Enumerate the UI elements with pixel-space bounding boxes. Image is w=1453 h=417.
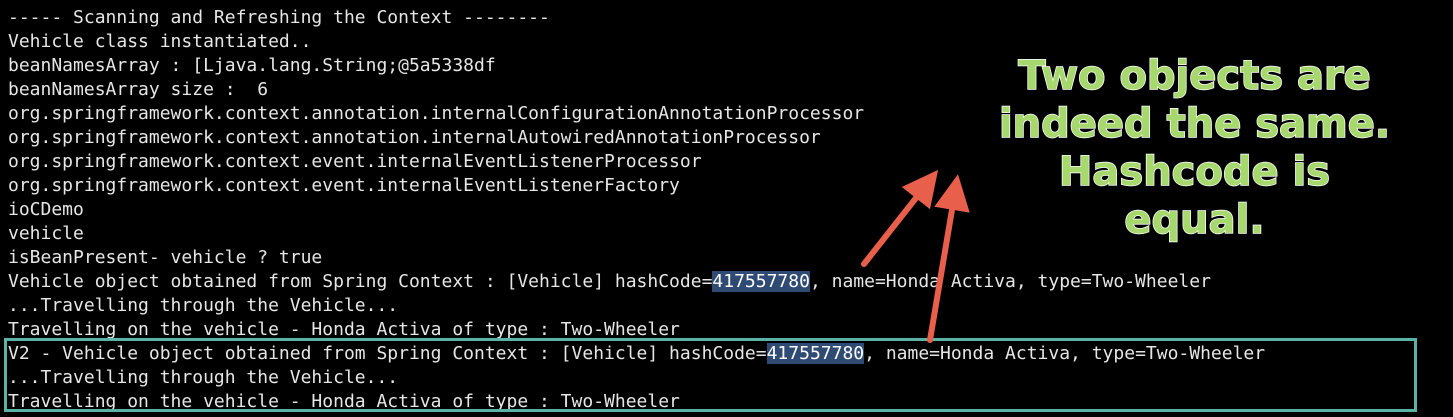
console-line-v1-object: Vehicle object obtained from Spring Cont… — [8, 270, 1265, 294]
callout-line-1: Two objects are — [1017, 52, 1371, 100]
annotation-callout: Two objects are indeed the same. Hashcod… — [992, 52, 1397, 244]
v1-object-prefix: Vehicle object obtained from Spring Cont… — [8, 271, 713, 292]
console-line-vehicle-instantiated: Vehicle class instantiated.. — [8, 31, 312, 52]
callout-line-2: indeed the same. — [998, 100, 1391, 148]
console-line-is-bean-present: isBeanPresent- vehicle ? true — [8, 247, 323, 268]
callout-line-3: Hashcode is equal. — [1058, 148, 1331, 244]
v1-hashcode-highlight: 417557780 — [712, 271, 810, 292]
v1-object-suffix: , name=Honda Activa, type=Two-Wheeler — [809, 271, 1211, 292]
v2-output-highlight-box — [4, 338, 1417, 412]
terminal-screenshot: ----- Scanning and Refreshing the Contex… — [0, 0, 1453, 417]
console-line-v1-travelling: ...Travelling through the Vehicle... — [8, 295, 399, 316]
console-line-header: ----- Scanning and Refreshing the Contex… — [8, 7, 550, 28]
